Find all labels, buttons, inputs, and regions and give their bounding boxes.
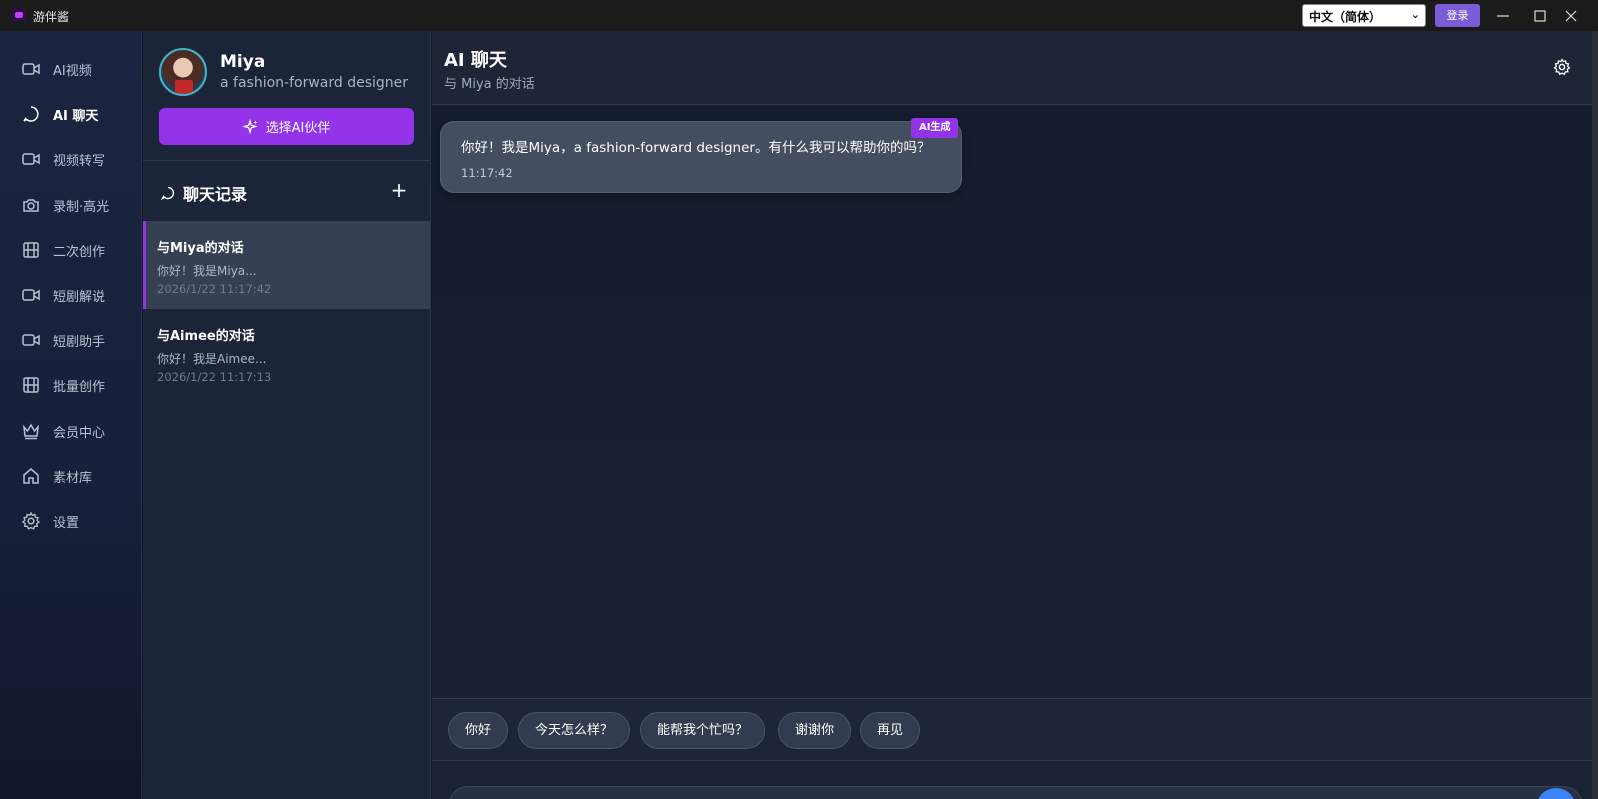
- avatar[interactable]: [159, 48, 207, 96]
- sparkle-icon: [242, 118, 258, 134]
- divider: [143, 160, 430, 161]
- sidebar-item-label: 会员中心: [53, 425, 106, 441]
- message-time: 11:17:42: [461, 166, 513, 180]
- sidebar-item-video-transcribe[interactable]: 视频转写: [0, 140, 142, 178]
- minimize-icon: [1497, 14, 1509, 17]
- video-camera-icon: [22, 153, 40, 165]
- login-button[interactable]: 登录: [1435, 4, 1480, 27]
- crown-icon: [22, 423, 40, 440]
- conversation-item[interactable]: 与Aimee的对话 你好！我是Aimee... 2026/1/22 11:17:…: [143, 309, 430, 397]
- chat-header: AI 聊天 与 Miya 的对话: [432, 31, 1595, 105]
- home-icon: [23, 468, 39, 484]
- chat-history-heading: 聊天记录: [160, 181, 247, 205]
- chat-bubble-icon: [160, 186, 175, 201]
- video-camera-icon: [22, 63, 40, 75]
- sidebar-nav: AI视频 AI 聊天 视频转写 录制·高光 二次创作 短剧解说 短剧助手 批量创…: [0, 31, 142, 799]
- sidebar-item-record-highlight[interactable]: 录制·高光: [0, 186, 142, 224]
- video-camera-icon: [22, 289, 40, 301]
- sidebar-item-label: 视频转写: [53, 153, 106, 169]
- language-select-value: 中文（简体）: [1309, 10, 1382, 24]
- page-subtitle: 与 Miya 的对话: [444, 77, 535, 92]
- sidebar-item-label: 二次创作: [53, 244, 106, 260]
- sidebar-item-label: 录制·高光: [53, 199, 110, 215]
- quick-replies-bar: 你好 今天怎么样？ 能帮我个忙吗？ 谢谢你 再见: [432, 698, 1595, 761]
- sidebar-item-short-drama-commentary[interactable]: 短剧解说: [0, 276, 142, 314]
- conversation-item[interactable]: 与Miya的对话 你好！我是Miya... 2026/1/22 11:17:42: [143, 221, 430, 309]
- sidebar-item-label: AI视频: [53, 63, 92, 79]
- ai-message-bubble: 你好！我是Miya，a fashion-forward designer。有什么…: [440, 118, 962, 193]
- ai-generated-badge: AI生成: [911, 118, 959, 138]
- quick-reply-chip[interactable]: 再见: [860, 712, 921, 749]
- minimize-button[interactable]: [1488, 0, 1518, 31]
- message-input[interactable]: [448, 786, 1583, 799]
- gear-icon: [21, 511, 41, 530]
- chat-main: AI 聊天 与 Miya 的对话 你好！我是Miya，a fashion-for…: [432, 31, 1595, 799]
- sidebar-item-batch-create[interactable]: 批量创作: [0, 366, 142, 404]
- page-title: AI 聊天: [444, 50, 507, 71]
- title-bar: 游伴酱 中文（简体） ⌄ 登录: [0, 0, 1598, 31]
- conversation-title: 与Miya的对话: [157, 241, 244, 256]
- sidebar-item-label: 短剧解说: [53, 289, 106, 305]
- chevron-down-icon: ⌄: [1410, 8, 1420, 21]
- conversation-date: 2026/1/22 11:17:13: [157, 370, 272, 384]
- app-title: 游伴酱: [33, 10, 70, 24]
- sidebar-item-remix[interactable]: 二次创作: [0, 231, 142, 269]
- sidebar-item-label: 短剧助手: [53, 334, 106, 350]
- conversation-title: 与Aimee的对话: [157, 329, 255, 344]
- conversation-preview: 你好！我是Aimee...: [157, 352, 267, 366]
- chat-settings-gear-icon[interactable]: [1552, 57, 1572, 77]
- chat-bubble-icon: [23, 106, 39, 122]
- sidebar-item-settings[interactable]: 设置: [0, 502, 142, 540]
- sidebar-item-assets[interactable]: 素材库: [0, 457, 142, 495]
- quick-reply-chip[interactable]: 谢谢你: [778, 712, 852, 749]
- choose-ai-partner-label: 选择AI伙伴: [265, 121, 331, 136]
- film-icon: [23, 377, 39, 393]
- quick-reply-chip[interactable]: 能帮我个忙吗？: [640, 712, 766, 749]
- camera-icon: [23, 199, 39, 212]
- agent-description: a fashion-forward designer: [220, 75, 409, 91]
- sidebar-item-ai-video[interactable]: AI视频: [0, 50, 142, 88]
- message-text: 你好！我是Miya，a fashion-forward designer。有什么…: [461, 140, 931, 156]
- chat-list-panel: Miya a fashion-forward designer 选择AI伙伴 聊…: [143, 31, 431, 799]
- close-button[interactable]: [1556, 0, 1586, 31]
- quick-reply-chip[interactable]: 你好: [448, 712, 509, 749]
- choose-ai-partner-button[interactable]: 选择AI伙伴: [159, 108, 414, 145]
- film-icon: [23, 242, 39, 258]
- conversation-date: 2026/1/22 11:17:42: [157, 282, 272, 296]
- sidebar-item-label: AI 聊天: [53, 108, 99, 124]
- sidebar-item-label: 设置: [53, 515, 80, 531]
- sidebar-item-label: 素材库: [53, 470, 93, 486]
- maximize-icon: [1534, 9, 1546, 22]
- scrollbar[interactable]: [1592, 31, 1598, 799]
- conversation-preview: 你好！我是Miya...: [157, 264, 257, 278]
- app-logo-icon: [12, 8, 26, 22]
- sidebar-item-short-drama-assistant[interactable]: 短剧助手: [0, 321, 142, 359]
- maximize-button[interactable]: [1525, 0, 1555, 31]
- sidebar-item-ai-chat[interactable]: AI 聊天: [0, 95, 142, 133]
- new-chat-button[interactable]: +: [387, 178, 411, 202]
- close-icon: [1565, 10, 1577, 21]
- agent-name: Miya: [220, 52, 266, 72]
- language-select[interactable]: 中文（简体） ⌄: [1302, 4, 1426, 27]
- chat-history-title: 聊天记录: [183, 185, 248, 204]
- sidebar-item-membership[interactable]: 会员中心: [0, 412, 142, 450]
- quick-reply-chip[interactable]: 今天怎么样？: [518, 712, 631, 749]
- sidebar-item-label: 批量创作: [53, 379, 106, 395]
- video-camera-icon: [22, 334, 40, 346]
